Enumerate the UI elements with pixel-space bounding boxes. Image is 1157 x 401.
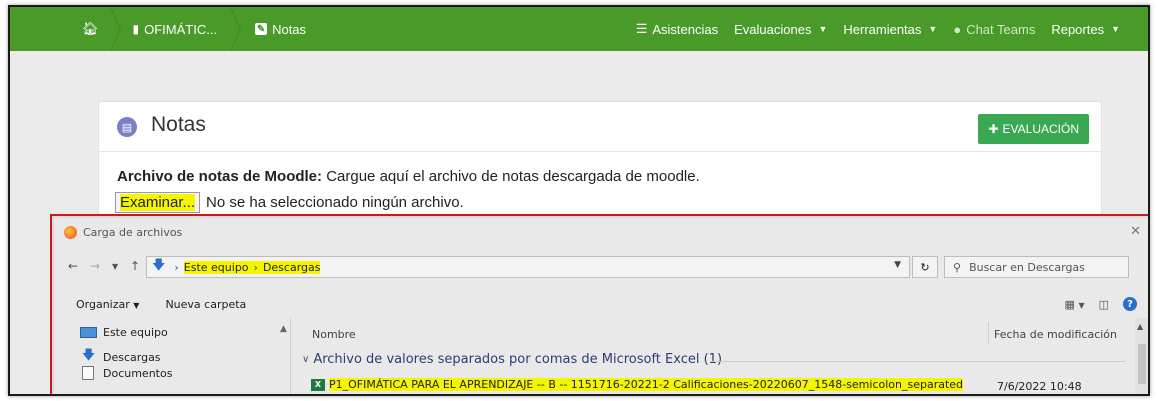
- home-icon: 🏠︎: [82, 21, 99, 36]
- firefox-icon: [64, 225, 77, 239]
- add-evaluation-button[interactable]: ✚ EVALUACIÓN: [978, 114, 1089, 144]
- browse-button-label: Examinar...: [120, 194, 196, 211]
- menu-evaluaciones[interactable]: Evaluaciones ▼: [734, 22, 827, 37]
- file-dialog-highlight: Carga de archivos ✕ ← → ▼ ↑ 🡇 › Este equ…: [50, 214, 1148, 394]
- menu-reportes-label: Reportes: [1051, 21, 1105, 37]
- menu-evaluaciones-label: Evaluaciones: [734, 21, 812, 37]
- refresh-icon[interactable]: ↻: [912, 256, 938, 278]
- column-divider: [988, 322, 989, 344]
- page-title: Notas: [151, 113, 206, 136]
- file-group-header[interactable]: ∨ Archivo de valores separados por comas…: [302, 352, 722, 367]
- no-file-text: No se ha seleccionado ningún archivo.: [206, 194, 464, 211]
- pane-divider: [290, 318, 291, 394]
- nav-item-label: Documentos: [103, 366, 173, 380]
- breadcrumb-home[interactable]: 🏠︎: [60, 7, 121, 51]
- menu-herramientas-label: Herramientas: [843, 21, 922, 37]
- organize-label: Organizar: [76, 297, 130, 311]
- nav-item-label: Este equipo: [103, 326, 168, 339]
- preview-pane-icon[interactable]: ◫: [1099, 298, 1109, 311]
- help-icon[interactable]: ?: [1123, 297, 1137, 311]
- caret-down-icon: ▼: [1111, 24, 1120, 34]
- menu-chat-teams[interactable]: ● Chat Teams: [953, 22, 1035, 37]
- view-controls: ▦ ▼ ◫ ?: [1065, 292, 1137, 316]
- view-options-icon[interactable]: ▦ ▼: [1065, 298, 1085, 311]
- file-date: 7/6/2022 10:48: [997, 380, 1082, 393]
- dialog-title: Carga de archivos: [83, 225, 183, 239]
- main-menu: ☰ Asistencias Evaluaciones ▼ Herramienta…: [636, 7, 1120, 51]
- caret-down-icon: ▼: [928, 24, 938, 34]
- menu-asistencias[interactable]: ☰ Asistencias: [636, 21, 718, 37]
- search-input[interactable]: ⚲ Buscar en Descargas: [944, 256, 1129, 278]
- nav-item-descargas[interactable]: 🡇 Descargas: [80, 346, 161, 368]
- edit-icon: ✎: [255, 23, 268, 35]
- menu-chat-teams-label: Chat Teams: [966, 21, 1036, 37]
- new-folder-button[interactable]: Nueva carpeta: [165, 298, 246, 311]
- path-chevron-icon: ›: [248, 260, 263, 274]
- recent-dropdown-icon[interactable]: ▼: [112, 262, 118, 271]
- dialog-toolbar: Organizar ▼ Nueva carpeta ▦ ▼ ◫ ?: [54, 292, 1148, 316]
- caret-down-icon: ▼: [818, 24, 828, 34]
- column-header-name[interactable]: Nombre: [312, 328, 356, 341]
- file-name: P1_OFIMÁTICA PARA EL APRENDIZAJE -- B --…: [329, 378, 964, 391]
- computer-icon: [80, 327, 97, 338]
- breadcrumb-course[interactable]: ▮ OFIMÁTIC...: [111, 7, 242, 51]
- file-input: Examinar... No se ha seleccionado ningún…: [115, 192, 464, 213]
- forward-arrow-icon[interactable]: →: [90, 259, 100, 273]
- column-header-date[interactable]: Fecha de modificación: [994, 328, 1117, 341]
- chat-icon: ●: [953, 21, 962, 37]
- dialog-titlebar: Carga de archivos: [54, 218, 1148, 246]
- chevron-down-icon: ∨: [302, 354, 310, 365]
- nav-item-este-equipo[interactable]: Este equipo: [80, 326, 168, 339]
- organize-button[interactable]: Organizar ▼: [76, 298, 139, 311]
- book-icon: ▮: [132, 22, 140, 36]
- address-bar[interactable]: 🡇 › Este equipo › Descargas ▼: [146, 256, 910, 278]
- scrollbar-thumb[interactable]: [1138, 344, 1146, 384]
- moodle-file-label-bold: Archivo de notas de Moodle:: [117, 168, 323, 185]
- download-arrow-icon: 🡇: [152, 258, 166, 273]
- group-divider: [710, 361, 1125, 362]
- file-group-label: Archivo de valores separados por comas d…: [313, 352, 723, 367]
- document-icon: [82, 366, 94, 380]
- list-item[interactable]: X P1_OFIMÁTICA PARA EL APRENDIZAJE -- B …: [311, 378, 964, 391]
- breadcrumb-notas-label: Notas: [272, 21, 307, 37]
- bars-icon: ☰: [635, 21, 648, 36]
- menu-reportes[interactable]: Reportes ▼: [1051, 22, 1120, 37]
- navigation-pane: Este equipo 🡇 Descargas Documentos: [54, 320, 290, 394]
- browser-frame: 🏠︎ ▮ OFIMÁTIC... ✎ Notas ☰ Asistencias E…: [8, 5, 1150, 396]
- caret-down-icon: ▼: [133, 300, 140, 310]
- address-row: ← → ▼ ↑ 🡇 › Este equipo › Descargas ▼ ↻ …: [54, 252, 1148, 282]
- path-descargas[interactable]: Descargas: [262, 260, 321, 274]
- menu-asistencias-label: Asistencias: [652, 21, 719, 37]
- breadcrumb-notas[interactable]: ✎ Notas: [231, 7, 320, 51]
- up-arrow-icon[interactable]: ↑: [130, 259, 140, 273]
- nav-item-documentos[interactable]: Documentos: [80, 366, 172, 380]
- browse-button[interactable]: Examinar...: [115, 192, 201, 213]
- card-header: ▤ Notas ✚ EVALUACIÓN: [99, 102, 1101, 152]
- add-evaluation-label: EVALUACIÓN: [1002, 122, 1079, 136]
- search-placeholder: Buscar en Descargas: [969, 260, 1085, 274]
- scroll-up-icon[interactable]: ▲: [280, 324, 287, 334]
- breadcrumb-course-label: OFIMÁTIC...: [144, 21, 218, 37]
- menu-herramientas[interactable]: Herramientas ▼: [843, 22, 937, 37]
- breadcrumb: 🏠︎ ▮ OFIMÁTIC... ✎ Notas: [60, 7, 320, 51]
- excel-icon: X: [311, 378, 325, 391]
- moodle-file-label-text: Cargue aquí el archivo de notas descarga…: [322, 168, 700, 185]
- scroll-up-icon[interactable]: ▲: [1137, 322, 1143, 331]
- address-dropdown-icon[interactable]: ▼: [894, 260, 901, 270]
- moodle-file-label: Archivo de notas de Moodle: Cargue aquí …: [117, 168, 700, 185]
- back-arrow-icon[interactable]: ←: [68, 259, 78, 273]
- path-este-equipo[interactable]: Este equipo: [183, 260, 249, 274]
- plus-icon: ✚: [988, 122, 999, 136]
- search-icon: ⚲: [953, 260, 962, 274]
- close-icon[interactable]: ✕: [1130, 224, 1141, 239]
- download-arrow-icon: 🡇: [81, 348, 96, 363]
- top-navbar: 🏠︎ ▮ OFIMÁTIC... ✎ Notas ☰ Asistencias E…: [10, 7, 1148, 51]
- nav-item-label: Descargas: [103, 350, 161, 364]
- file-upload-dialog: Carga de archivos ✕ ← → ▼ ↑ 🡇 › Este equ…: [54, 218, 1148, 394]
- document-icon: ▤: [117, 117, 137, 137]
- path-chevron-icon: ›: [174, 260, 179, 274]
- vertical-scrollbar[interactable]: ▲: [1135, 318, 1148, 394]
